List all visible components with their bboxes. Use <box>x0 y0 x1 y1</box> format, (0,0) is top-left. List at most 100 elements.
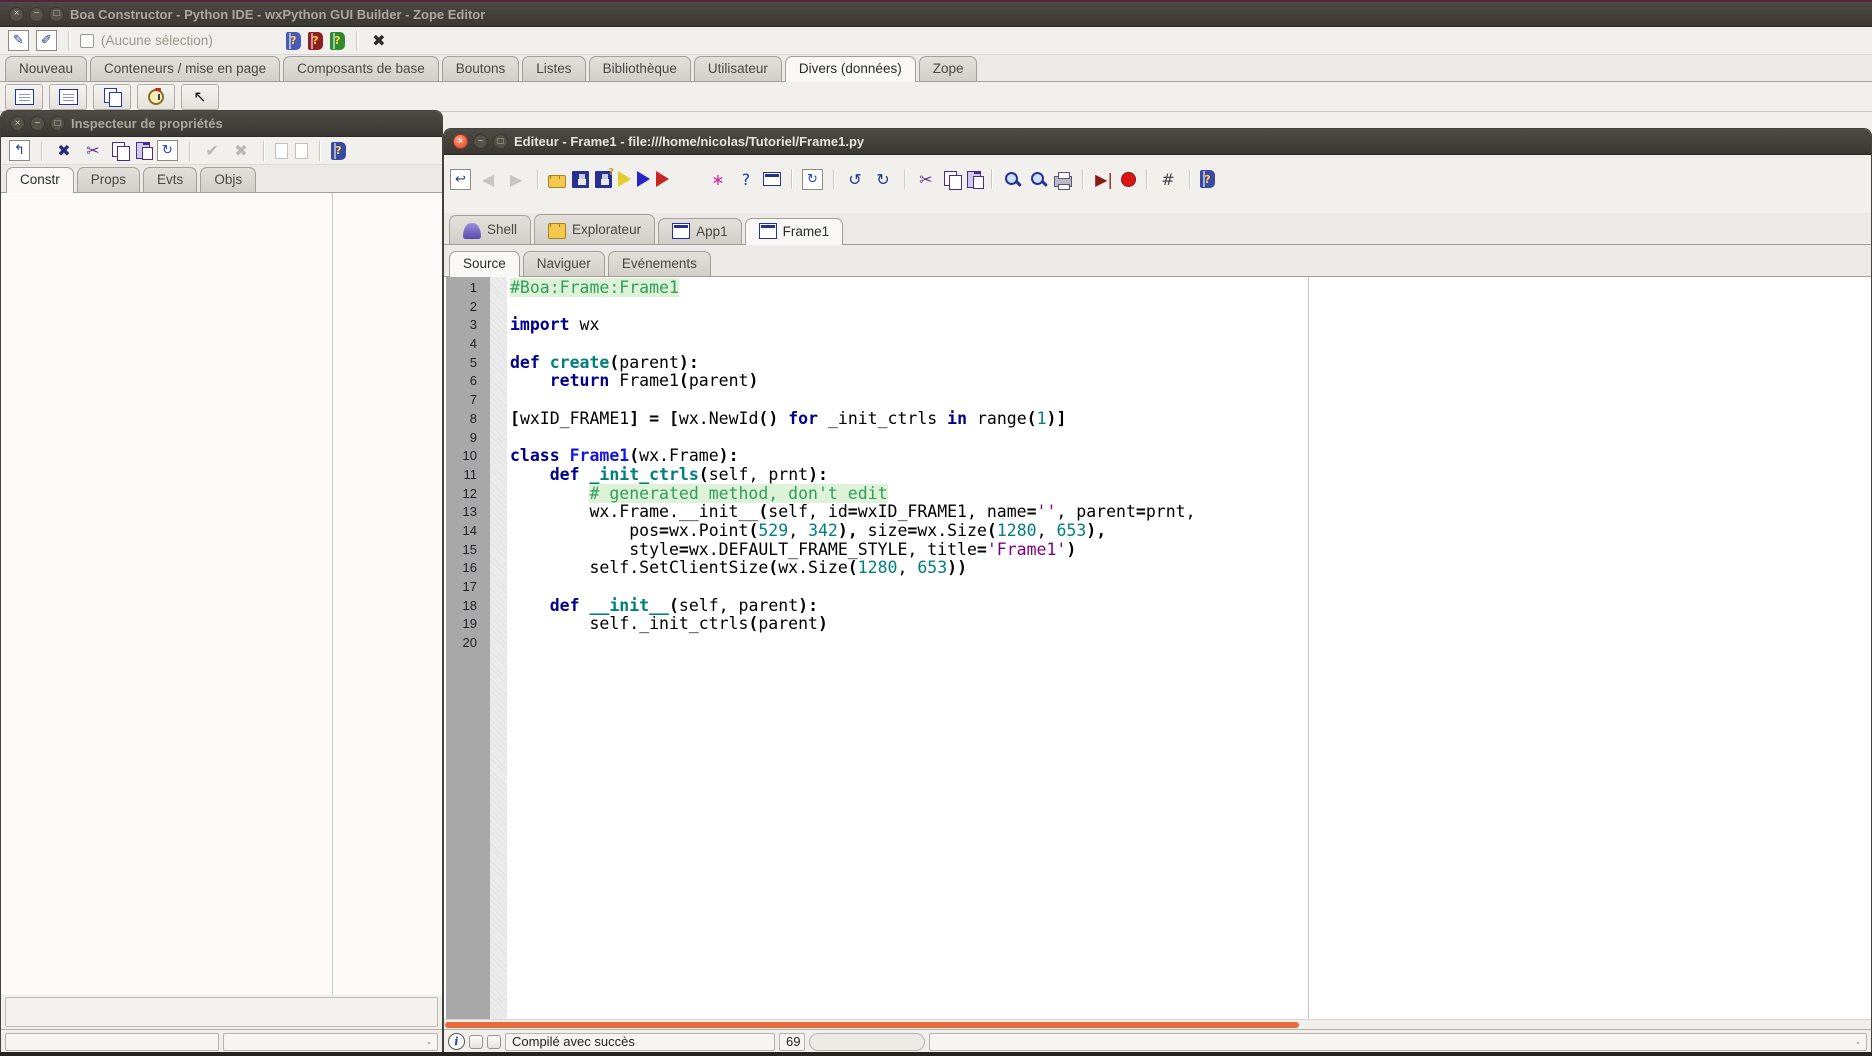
code-editor[interactable]: 1234567891011121314151617181920 #Boa:Fra… <box>444 277 1871 1019</box>
edge-column-line <box>1308 277 1309 1019</box>
view-tab-source[interactable]: Source <box>449 251 520 277</box>
palette-tab-composants-de-base[interactable]: Composants de base <box>283 56 439 81</box>
selection-checkbox[interactable] <box>80 34 94 48</box>
code-line <box>510 335 1871 354</box>
cut-icon[interactable]: ✂ <box>82 140 104 162</box>
inspector-tab-constr[interactable]: Constr <box>6 167 74 193</box>
tab-label: Frame1 <box>783 224 830 239</box>
cut-icon[interactable]: ✂ <box>915 168 937 190</box>
view-tab-ev-nements[interactable]: Evénements <box>608 251 711 276</box>
view-tab-naviguer[interactable]: Naviguer <box>523 251 605 276</box>
save-icon[interactable] <box>572 171 589 188</box>
code-line <box>510 298 1871 317</box>
toolbar-separator <box>1189 169 1190 189</box>
maximize-button[interactable]: □ <box>49 7 64 22</box>
close-button[interactable]: × <box>453 134 468 149</box>
editor-title: Editeur - Frame1 - file:///home/nicolas/… <box>514 134 864 149</box>
recreate-icon[interactable]: ↻ <box>157 140 178 161</box>
tab-explorateur[interactable]: Explorateur <box>534 214 655 244</box>
close-button[interactable]: × <box>10 116 25 131</box>
palette-tab-divers-donn-es[interactable]: Divers (données) <box>785 56 916 82</box>
run-app-icon[interactable] <box>637 171 650 187</box>
open-icon[interactable] <box>548 175 566 188</box>
maximize-button[interactable]: □ <box>493 134 508 149</box>
run-to-cursor-icon[interactable]: ▶| <box>1093 168 1115 190</box>
minimize-button[interactable]: − <box>29 7 44 22</box>
prev-message-button[interactable] <box>469 1035 483 1049</box>
palette-tree-ctrl-button[interactable] <box>5 84 43 110</box>
palette-tab-zope[interactable]: Zope <box>919 56 978 81</box>
palette-tab-conteneurs-mise-en-page[interactable]: Conteneurs / mise en page <box>90 56 280 81</box>
select-parent-icon[interactable]: ↰ <box>9 140 30 161</box>
code-line <box>510 429 1871 448</box>
minimize-button[interactable]: − <box>30 116 45 131</box>
inspector-tab-label: Objs <box>214 172 242 187</box>
palette-tab-utilisateur[interactable]: Utilisateur <box>694 56 782 81</box>
palette-image-list-button[interactable] <box>93 84 131 110</box>
view-designer-icon[interactable] <box>763 172 781 186</box>
code-line <box>510 391 1871 410</box>
fold-margin <box>490 277 507 1019</box>
line-number: 9 <box>446 429 490 448</box>
inspector-statusbar <box>1 1029 442 1053</box>
explorer-icon <box>548 223 566 239</box>
scrollbar-thumb[interactable] <box>445 1022 1299 1028</box>
code-text[interactable]: #Boa:Frame:Frame1import wxdef create(par… <box>507 277 1871 1019</box>
inspector-tab-evts[interactable]: Evts <box>143 167 197 192</box>
breakpoint-icon[interactable] <box>1121 172 1136 187</box>
frame-post-icon[interactable]: ✐ <box>36 30 57 51</box>
editor-list-icon <box>59 89 78 105</box>
delete-item-icon[interactable]: ✖ <box>53 140 75 162</box>
toolbar-separator <box>68 31 69 51</box>
close-module-icon[interactable]: ↩ <box>450 169 471 190</box>
help-book-blue-icon[interactable] <box>286 32 301 50</box>
paste-icon[interactable] <box>967 171 981 188</box>
inspector-property-grid[interactable] <box>1 193 442 995</box>
palette-cursor-tool-button[interactable]: ↖ <box>181 84 219 110</box>
run-module-icon[interactable] <box>656 171 669 187</box>
palette-tab-listes[interactable]: Listes <box>522 56 585 81</box>
inspector-status-field-2 <box>223 1033 438 1051</box>
tab-app1[interactable]: App1 <box>658 218 742 244</box>
inspector-tabbar: Constr PropsEvts Objs <box>1 165 442 193</box>
maximize-button[interactable]: □ <box>50 116 65 131</box>
palette-tab-nouveau[interactable]: Nouveau <box>5 56 87 81</box>
help-book-red-icon[interactable] <box>308 32 323 50</box>
minimize-button[interactable]: − <box>473 134 488 149</box>
next-message-button[interactable] <box>487 1035 501 1049</box>
check-source-icon[interactable]: ? <box>735 168 757 190</box>
palette-timer-button[interactable] <box>137 84 175 110</box>
format-source-icon[interactable]: # <box>1157 168 1179 190</box>
line-number: 15 <box>446 541 490 560</box>
palette-tab-boutons[interactable]: Boutons <box>442 56 520 81</box>
help-book-icon[interactable] <box>331 142 346 160</box>
reload-module-icon[interactable]: ↻ <box>802 169 823 190</box>
help-book-icon[interactable] <box>1200 170 1215 188</box>
redo-icon[interactable]: ↻ <box>872 168 894 190</box>
frame-designer-icon[interactable]: ✎ <box>8 30 29 51</box>
horizontal-scrollbar[interactable] <box>444 1019 1871 1029</box>
tab-frame1[interactable]: Frame1 <box>745 218 844 245</box>
debug-icon[interactable]: ∗ <box>707 168 729 190</box>
help-book-green-icon[interactable] <box>330 32 345 50</box>
palette-tab-biblioth-que[interactable]: Bibliothèque <box>589 56 691 81</box>
palette-tab-label: Composants de base <box>297 61 425 76</box>
info-icon[interactable]: i <box>448 1033 465 1050</box>
property-column-divider[interactable] <box>332 193 333 995</box>
undo-icon[interactable]: ↺ <box>844 168 866 190</box>
inspector-tab-objs[interactable]: Objs <box>200 167 256 192</box>
paste-icon[interactable] <box>136 142 150 159</box>
find-again-icon[interactable] <box>1028 169 1048 189</box>
save-as-icon[interactable]: ? <box>595 171 612 188</box>
run-yellow-icon[interactable] <box>618 171 631 187</box>
close-button[interactable]: × <box>9 7 24 22</box>
copy-icon[interactable] <box>111 142 129 159</box>
find-icon[interactable] <box>1002 169 1022 189</box>
close-view-icon[interactable]: ✖ <box>368 30 390 52</box>
print-icon[interactable] <box>1054 176 1072 187</box>
inspector-tab-props[interactable]: Props <box>77 167 140 192</box>
inspector-tab-label: Constr <box>20 172 60 187</box>
tab-shell[interactable]: Shell <box>449 215 531 244</box>
palette-editor-list-button[interactable] <box>49 84 87 110</box>
copy-icon[interactable] <box>943 171 961 188</box>
